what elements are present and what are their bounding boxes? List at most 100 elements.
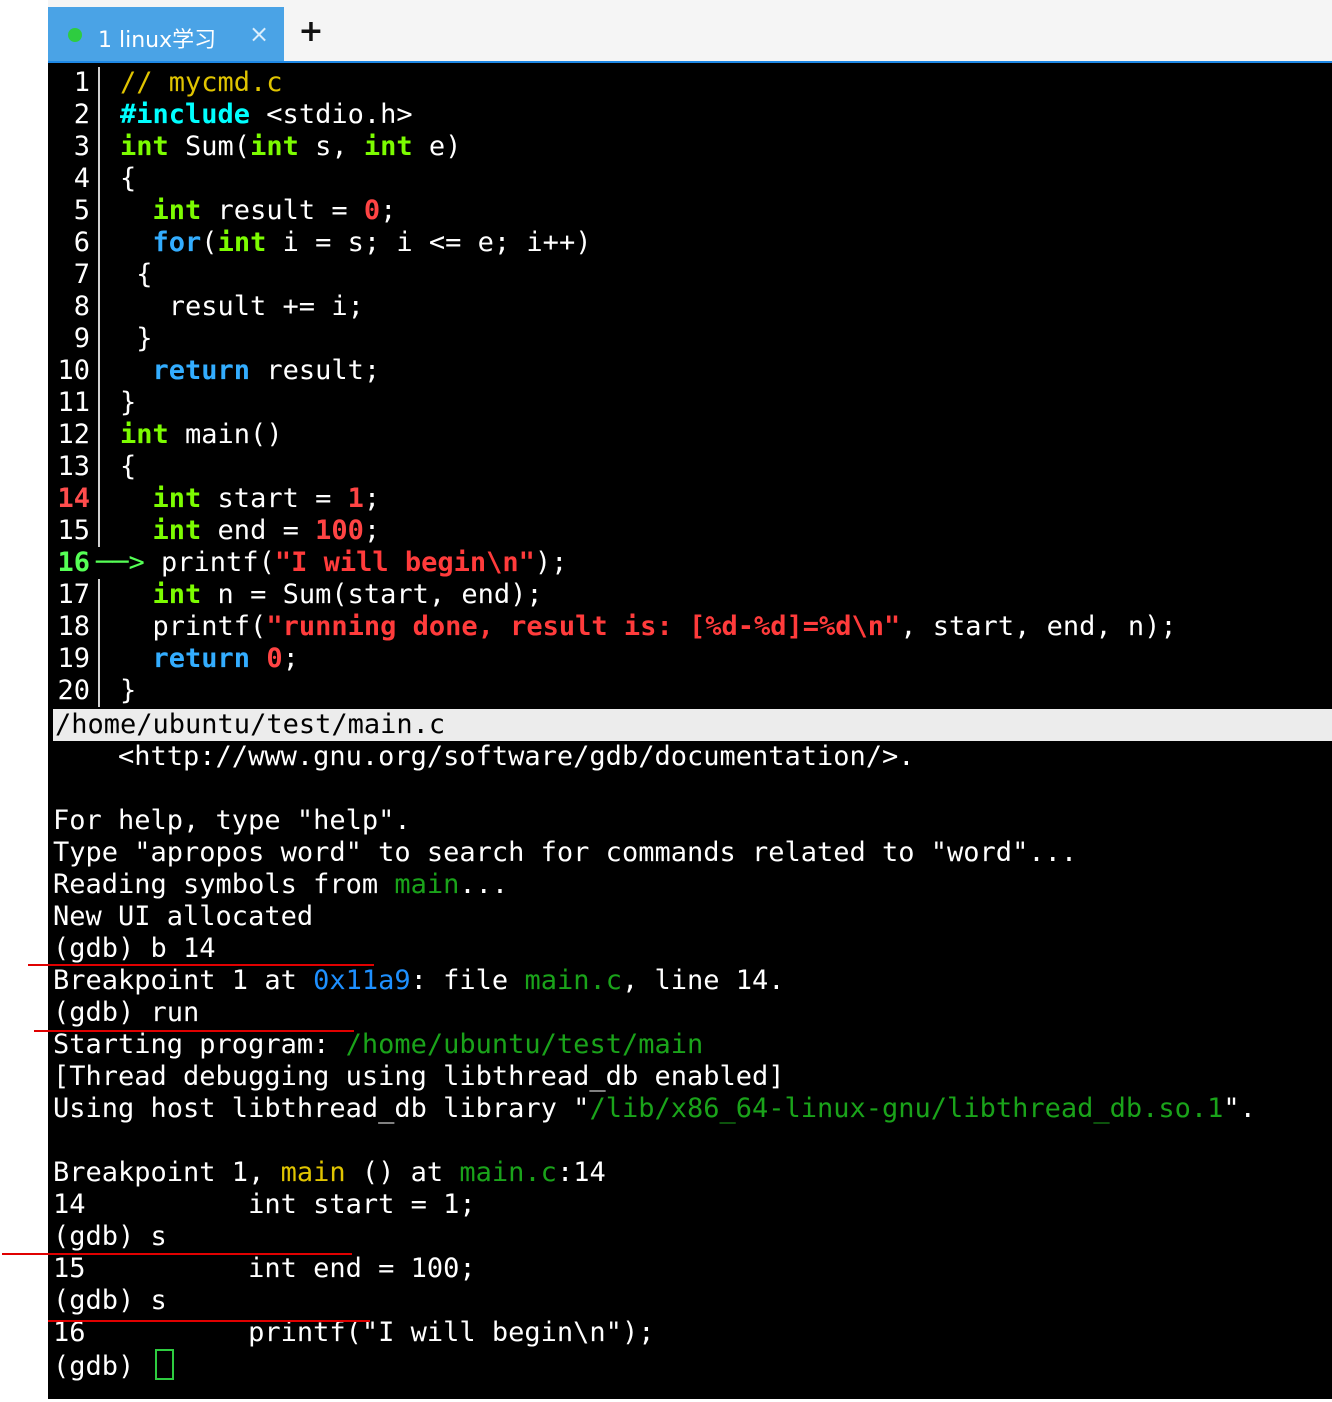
code-token: , line 14.: [621, 965, 785, 996]
code-token: main.c: [524, 965, 622, 996]
code-token: return: [152, 355, 251, 386]
code-token: Using host libthread_db library ": [53, 1093, 590, 1124]
source-line[interactable]: 13 {: [53, 451, 1332, 483]
gdb-output-line: (gdb) s: [53, 1221, 1332, 1253]
gutter-separator: [90, 579, 100, 611]
source-line[interactable]: 9 }: [53, 323, 1332, 355]
connection-status-icon: [68, 28, 82, 42]
code-token: printf(: [120, 611, 267, 642]
source-line[interactable]: 2 #include <stdio.h>: [53, 99, 1332, 131]
source-line[interactable]: 4{: [53, 163, 1332, 195]
source-line[interactable]: 1 // mycmd.c: [53, 67, 1332, 99]
source-line[interactable]: 11}: [53, 387, 1332, 419]
line-number[interactable]: 3: [53, 131, 90, 163]
source-line[interactable]: 19 return 0;: [53, 643, 1332, 675]
line-number[interactable]: 11: [53, 387, 90, 419]
gdb-output-line: [Thread debugging using libthread_db ena…: [53, 1061, 1332, 1093]
line-number[interactable]: 8: [53, 291, 90, 323]
line-number[interactable]: 2: [53, 99, 90, 131]
new-tab-button[interactable]: +: [296, 14, 326, 49]
code-token: [Thread debugging using libthread_db ena…: [53, 1061, 785, 1092]
gutter-separator: [90, 643, 100, 675]
code-token: 14 int start = 1;: [53, 1189, 476, 1220]
source-line[interactable]: 8 result += i;: [53, 291, 1332, 323]
annotation-underline: [48, 1320, 370, 1322]
code-token: result += i;: [120, 291, 364, 322]
line-number[interactable]: 12: [53, 419, 90, 451]
line-number[interactable]: 1: [53, 67, 90, 99]
gutter-separator: [90, 387, 100, 419]
line-number[interactable]: 19: [53, 643, 90, 675]
code-token: s,: [298, 131, 364, 162]
code-token: "I will begin\n": [274, 547, 535, 578]
source-line[interactable]: 3 int Sum(int s, int e): [53, 131, 1332, 163]
line-number[interactable]: 5: [53, 195, 90, 227]
line-number[interactable]: 16: [53, 547, 90, 579]
source-line[interactable]: 14 int start = 1;: [53, 483, 1332, 515]
gutter-separator: [90, 163, 100, 195]
source-line[interactable]: 18 printf("running done, result is: [%d-…: [53, 611, 1332, 643]
code-token: Reading symbols from: [53, 869, 395, 900]
line-number[interactable]: 17: [53, 579, 90, 611]
code-token: i = s; i <= e; i++): [266, 227, 592, 258]
source-line[interactable]: 10 return result;: [53, 355, 1332, 387]
line-number[interactable]: 13: [53, 451, 90, 483]
line-number[interactable]: 9: [53, 323, 90, 355]
code-token: 0: [266, 643, 283, 674]
tab-label: 1 linux学习: [98, 28, 217, 53]
line-number[interactable]: 10: [53, 355, 90, 387]
line-number[interactable]: 7: [53, 259, 90, 291]
gdb-output-line: (gdb) s: [53, 1285, 1332, 1317]
source-line[interactable]: 15 int end = 100;: [53, 515, 1332, 547]
code-token: start =: [201, 483, 348, 514]
tab-linux-study[interactable]: 1 linux学习 ×: [48, 7, 284, 61]
line-number[interactable]: 4: [53, 163, 90, 195]
code-token: 100: [315, 515, 364, 546]
gutter-separator: [90, 483, 100, 515]
source-line[interactable]: 12 int main(): [53, 419, 1332, 451]
gdb-output-line: Using host libthread_db library "/lib/x8…: [53, 1093, 1332, 1125]
code-token: }: [120, 323, 153, 354]
line-number[interactable]: 18: [53, 611, 90, 643]
close-icon[interactable]: ×: [249, 20, 269, 48]
code-token: 15 int end = 100;: [53, 1253, 476, 1284]
code-token: int: [152, 483, 202, 514]
source-line[interactable]: 20}: [53, 675, 1332, 707]
line-number[interactable]: 20: [53, 675, 90, 707]
source-line[interactable]: 6 for(int i = s; i <= e; i++): [53, 227, 1332, 259]
gdb-output-line: Breakpoint 1, main () at main.c:14: [53, 1157, 1332, 1189]
line-number[interactable]: 15: [53, 515, 90, 547]
code-token: int: [152, 579, 202, 610]
code-token: end =: [201, 515, 316, 546]
gutter-separator: [90, 515, 100, 547]
source-line[interactable]: 5 int result = 0;: [53, 195, 1332, 227]
line-number[interactable]: 14: [53, 483, 90, 515]
code-token: (gdb) b 14: [53, 933, 216, 964]
code-token: (gdb) s: [53, 1221, 167, 1252]
source-file-status-bar: /home/ubuntu/test/main.c: [53, 709, 1332, 741]
source-line[interactable]: 17 int n = Sum(start, end);: [53, 579, 1332, 611]
gutter-separator: [90, 227, 100, 259]
source-line[interactable]: 16 ──> printf("I will begin\n");: [53, 547, 1332, 579]
code-token: int: [217, 227, 267, 258]
gdb-output-line: (gdb): [53, 1349, 1332, 1382]
line-number[interactable]: 6: [53, 227, 90, 259]
code-token: }: [120, 675, 137, 706]
code-token: main.c: [459, 1157, 557, 1188]
gutter-separator: [90, 611, 100, 643]
gutter-separator: [90, 259, 100, 291]
code-token: #include: [120, 99, 251, 130]
code-token: int: [250, 131, 299, 162]
code-token: int: [152, 515, 202, 546]
source-line[interactable]: 7 {: [53, 259, 1332, 291]
gdb-output-line: Type "apropos word" to search for comman…: [53, 837, 1332, 869]
code-token: New UI allocated: [53, 901, 314, 932]
text-cursor[interactable]: [154, 1349, 174, 1380]
gutter-separator: [90, 323, 100, 355]
